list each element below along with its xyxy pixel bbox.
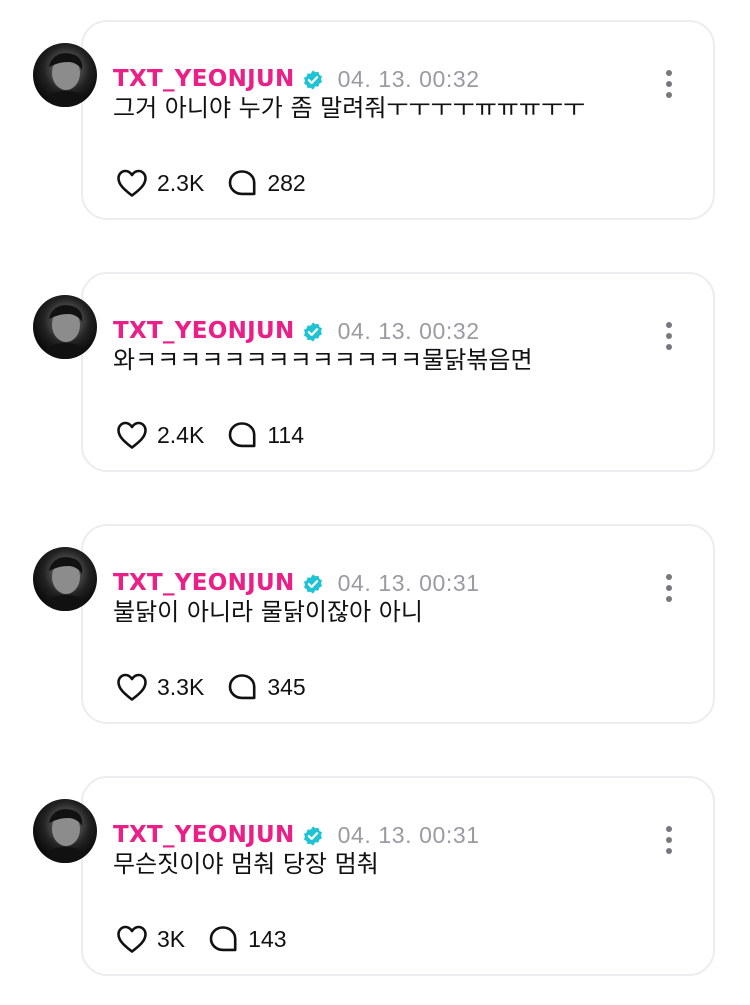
- username-link[interactable]: TXT_YEONJUN: [113, 320, 295, 343]
- avatar[interactable]: [33, 799, 97, 863]
- speech-bubble-icon: [229, 674, 256, 700]
- post-actions: 2.3K 282: [116, 168, 306, 198]
- verified-badge-icon: [303, 69, 322, 90]
- avatar[interactable]: [33, 295, 97, 359]
- post-text: 무슨짓이야 멈춰 당장 멈춰: [113, 850, 379, 878]
- heart-icon: [117, 925, 147, 953]
- heart-icon: [117, 169, 147, 197]
- reply-button[interactable]: 345: [226, 672, 306, 702]
- username-link[interactable]: TXT_YEONJUN: [113, 68, 295, 91]
- username-link[interactable]: TXT_YEONJUN: [113, 572, 295, 595]
- speech-bubble-icon: [209, 926, 237, 952]
- post-actions: 3.3K 345: [116, 672, 306, 702]
- like-count: 2.3K: [157, 169, 205, 196]
- post-actions: 3K 143: [116, 924, 287, 954]
- post-actions: 2.4K 114: [116, 420, 304, 450]
- more-vertical-icon[interactable]: [665, 70, 673, 98]
- username-link[interactable]: TXT_YEONJUN: [113, 824, 295, 847]
- verified-badge-icon: [303, 573, 322, 594]
- reply-count: 143: [248, 925, 287, 952]
- avatar[interactable]: [33, 547, 97, 611]
- post-header: TXT_YEONJUN 04. 13. 00:32: [113, 320, 480, 343]
- post-header: TXT_YEONJUN 04. 13. 00:31: [113, 824, 480, 847]
- reply-button[interactable]: 282: [226, 168, 306, 198]
- post-header: TXT_YEONJUN 04. 13. 00:31: [113, 572, 480, 595]
- more-vertical-icon[interactable]: [665, 574, 673, 602]
- post-text: 불닭이 아니라 물닭이잖아 아니: [113, 598, 423, 626]
- speech-bubble-icon: [229, 170, 256, 196]
- post-header: TXT_YEONJUN 04. 13. 00:32: [113, 68, 480, 91]
- like-button[interactable]: 2.3K: [116, 168, 204, 198]
- heart-icon: [117, 421, 147, 449]
- post-text: 와ㅋㅋㅋㅋㅋㅋㅋㅋㅋㅋㅋㅋㅋ물닭볶음면: [113, 346, 533, 374]
- post-item: TXT_YEONJUN 04. 13. 00:32 와ㅋㅋㅋㅋㅋㅋㅋㅋㅋㅋㅋㅋㅋ…: [0, 272, 750, 472]
- post-item: TXT_YEONJUN 04. 13. 00:31 불닭이 아니라 물닭이잖아 …: [0, 524, 750, 724]
- verified-badge-icon: [303, 321, 322, 342]
- post-card[interactable]: TXT_YEONJUN 04. 13. 00:31 무슨짓이야 멈춰 당장 멈춰…: [81, 776, 715, 976]
- more-vertical-icon[interactable]: [665, 322, 673, 350]
- post-timestamp: 04. 13. 00:32: [337, 318, 480, 344]
- post-item: TXT_YEONJUN 04. 13. 00:32 그거 아니야 누가 좀 말려…: [0, 20, 750, 220]
- reply-count: 282: [267, 169, 306, 196]
- reply-button[interactable]: 143: [207, 924, 287, 954]
- post-card[interactable]: TXT_YEONJUN 04. 13. 00:31 불닭이 아니라 물닭이잖아 …: [81, 524, 715, 724]
- avatar[interactable]: [33, 43, 97, 107]
- like-count: 3K: [157, 925, 186, 952]
- post-timestamp: 04. 13. 00:32: [337, 66, 480, 92]
- reply-button[interactable]: 114: [226, 420, 304, 450]
- like-button[interactable]: 2.4K: [116, 420, 204, 450]
- post-timestamp: 04. 13. 00:31: [337, 822, 480, 848]
- like-button[interactable]: 3K: [116, 924, 185, 954]
- post-card[interactable]: TXT_YEONJUN 04. 13. 00:32 와ㅋㅋㅋㅋㅋㅋㅋㅋㅋㅋㅋㅋㅋ…: [81, 272, 715, 472]
- heart-icon: [117, 673, 147, 701]
- post-card[interactable]: TXT_YEONJUN 04. 13. 00:32 그거 아니야 누가 좀 말려…: [81, 20, 715, 220]
- more-vertical-icon[interactable]: [665, 826, 673, 854]
- reply-count: 114: [267, 421, 304, 448]
- like-count: 2.4K: [157, 421, 205, 448]
- reply-count: 345: [267, 673, 306, 700]
- like-count: 3.3K: [157, 673, 205, 700]
- like-button[interactable]: 3.3K: [116, 672, 204, 702]
- post-text: 그거 아니야 누가 좀 말려줘ㅜㅜㅜㅜㅠㅠㅠㅜㅜ: [113, 94, 586, 122]
- speech-bubble-icon: [229, 422, 256, 448]
- verified-badge-icon: [303, 825, 322, 846]
- post-item: TXT_YEONJUN 04. 13. 00:31 무슨짓이야 멈춰 당장 멈춰…: [0, 776, 750, 976]
- post-feed: TXT_YEONJUN 04. 13. 00:32 그거 아니야 누가 좀 말려…: [0, 0, 750, 1005]
- post-timestamp: 04. 13. 00:31: [337, 570, 480, 596]
